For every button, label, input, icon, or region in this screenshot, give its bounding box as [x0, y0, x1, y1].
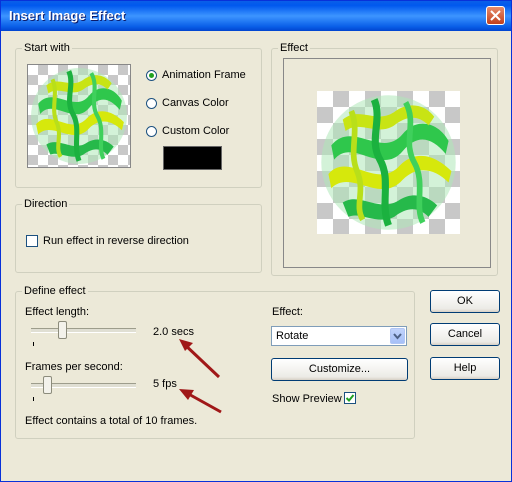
- frames-summary-text: Effect contains a total of 10 frames.: [25, 415, 198, 427]
- effect-preview-image: [317, 91, 460, 234]
- direction-legend: Direction: [24, 198, 68, 210]
- effect-type-label: Effect:: [272, 306, 303, 318]
- fps-value: 5 fps: [153, 378, 177, 390]
- effect-type-select[interactable]: Rotate: [271, 326, 407, 346]
- help-button[interactable]: Help: [430, 357, 500, 380]
- chevron-down-icon: [393, 333, 402, 340]
- close-icon: [490, 10, 501, 21]
- show-preview-label: Show Preview: [272, 393, 342, 405]
- effect-length-label: Effect length:: [25, 306, 90, 318]
- window-title: Insert Image Effect: [9, 8, 126, 23]
- reverse-direction-label: Run effect in reverse direction: [43, 235, 189, 247]
- title-bar[interactable]: Insert Image Effect: [1, 1, 511, 31]
- reverse-direction-checkbox[interactable]: [26, 235, 38, 247]
- radio-animation-frame-label: Animation Frame: [162, 69, 246, 81]
- start-frame-thumbnail: [27, 64, 131, 168]
- effect-type-selected-value: Rotate: [276, 330, 309, 342]
- radio-custom-color[interactable]: [146, 126, 157, 137]
- frames-per-second-label: Frames per second:: [25, 361, 123, 373]
- animation-frame-image: [28, 65, 130, 167]
- ok-button[interactable]: OK: [430, 290, 500, 313]
- cancel-button[interactable]: Cancel: [430, 323, 500, 346]
- effect-length-slider[interactable]: [57, 321, 67, 339]
- effect-preview-legend: Effect: [280, 42, 308, 54]
- radio-canvas-color[interactable]: [146, 98, 157, 109]
- checkmark-icon: [345, 394, 355, 402]
- close-button[interactable]: [486, 6, 505, 25]
- effect-length-track: [31, 328, 136, 333]
- annotation-arrow-fps: [179, 389, 222, 414]
- effect-preview-thumbnail: [317, 91, 460, 234]
- customize-button[interactable]: Customize...: [271, 358, 408, 381]
- fps-slider[interactable]: [42, 376, 52, 394]
- effect-length-tick: [33, 342, 34, 346]
- show-preview-checkbox[interactable]: [344, 392, 356, 404]
- start-with-legend: Start with: [24, 42, 70, 54]
- insert-image-effect-dialog: Insert Image Effect Start with Animation…: [0, 0, 512, 482]
- radio-custom-color-label: Custom Color: [162, 125, 230, 137]
- radio-animation-frame[interactable]: [146, 70, 157, 81]
- fps-tick: [33, 397, 34, 401]
- radio-canvas-color-label: Canvas Color: [162, 97, 229, 109]
- define-effect-legend: Define effect: [24, 285, 86, 297]
- annotation-arrow-length: [179, 339, 221, 379]
- custom-color-swatch[interactable]: [163, 146, 222, 170]
- effect-type-dropdown-arrow[interactable]: [390, 328, 405, 344]
